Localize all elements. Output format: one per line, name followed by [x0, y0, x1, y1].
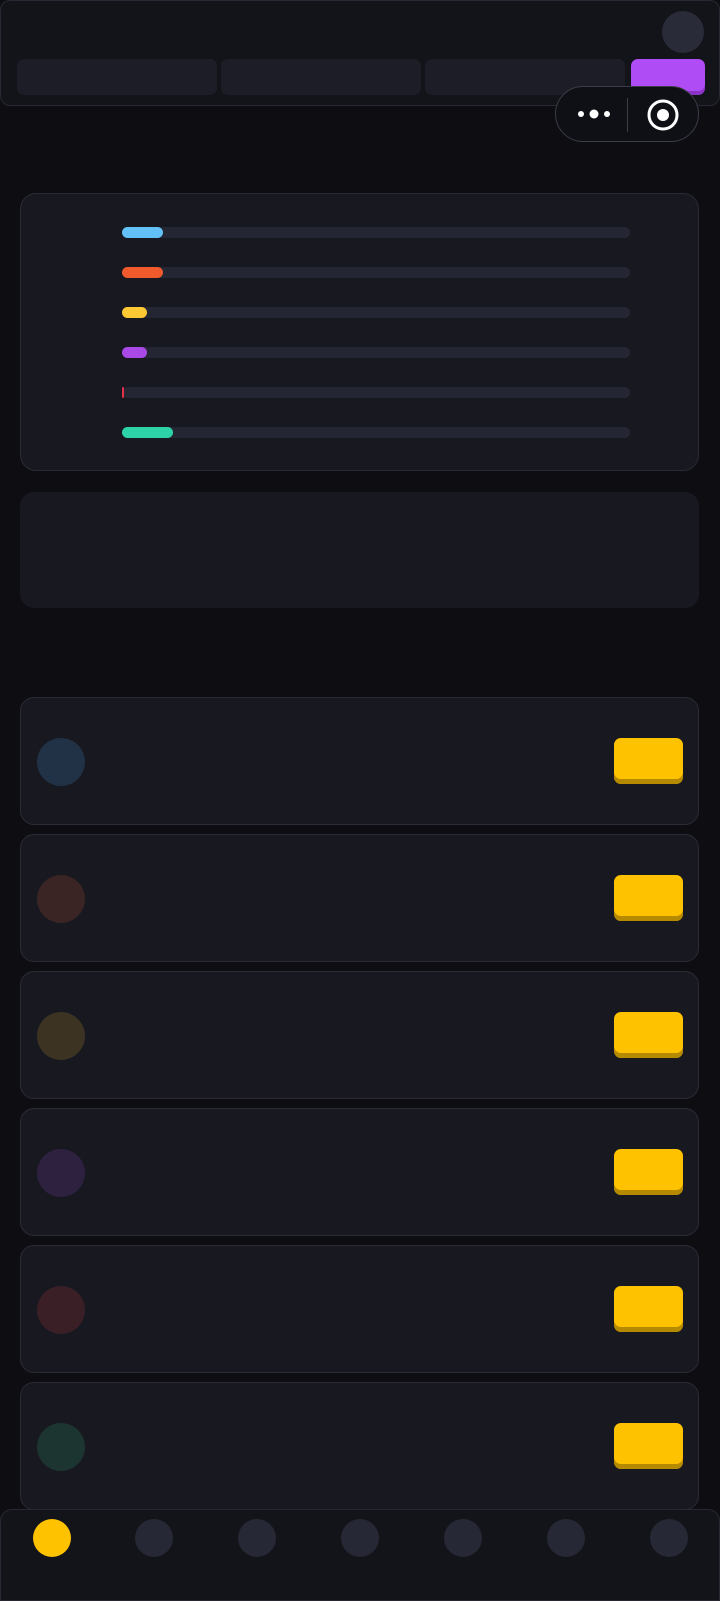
item-action-button[interactable] [614, 1286, 683, 1332]
stat-bar-1-fill [122, 227, 163, 238]
bottom-nav [0, 1509, 720, 1601]
stat-bar-2-fill [122, 267, 163, 278]
list-item [20, 834, 699, 962]
item-icon [37, 1149, 85, 1197]
item-icon [37, 738, 85, 786]
nav-item-3[interactable] [238, 1519, 276, 1557]
stat-bar-3-fill [122, 307, 147, 318]
item-icon [37, 1423, 85, 1471]
capsule-divider [627, 98, 628, 132]
stat-bar-5-fill [122, 387, 124, 398]
nav-item-4[interactable] [341, 1519, 379, 1557]
list-item [20, 697, 699, 825]
nav-item-5[interactable] [444, 1519, 482, 1557]
stat-bar-4 [122, 347, 630, 358]
stat-bar-4-fill [122, 347, 147, 358]
nav-item-2[interactable] [135, 1519, 173, 1557]
nav-item-7[interactable] [650, 1519, 688, 1557]
stat-bar-2 [122, 267, 630, 278]
mini-program-capsule [555, 86, 699, 142]
list-item [20, 1382, 699, 1510]
list-item [20, 1108, 699, 1236]
tab-1[interactable] [17, 59, 217, 95]
info-card [20, 492, 699, 608]
avatar[interactable] [662, 11, 704, 53]
stat-bar-3 [122, 307, 630, 318]
item-action-button[interactable] [614, 875, 683, 921]
nav-item-1[interactable] [33, 1519, 71, 1557]
list-item [20, 1245, 699, 1373]
item-action-button[interactable] [614, 1149, 683, 1195]
target-circle-icon[interactable] [646, 98, 680, 132]
stat-bar-6-fill [122, 427, 173, 438]
item-icon [37, 1286, 85, 1334]
stat-bar-6 [122, 427, 630, 438]
item-action-button[interactable] [614, 1012, 683, 1058]
stat-bar-1 [122, 227, 630, 238]
stat-bar-5 [122, 387, 630, 398]
nav-item-6[interactable] [547, 1519, 585, 1557]
item-action-button[interactable] [614, 738, 683, 784]
item-action-button[interactable] [614, 1423, 683, 1469]
item-icon [37, 875, 85, 923]
item-icon [37, 1012, 85, 1060]
more-dots-icon[interactable] [576, 102, 612, 126]
stats-bars-card [20, 193, 699, 471]
list-item [20, 971, 699, 1099]
tab-2[interactable] [221, 59, 421, 95]
